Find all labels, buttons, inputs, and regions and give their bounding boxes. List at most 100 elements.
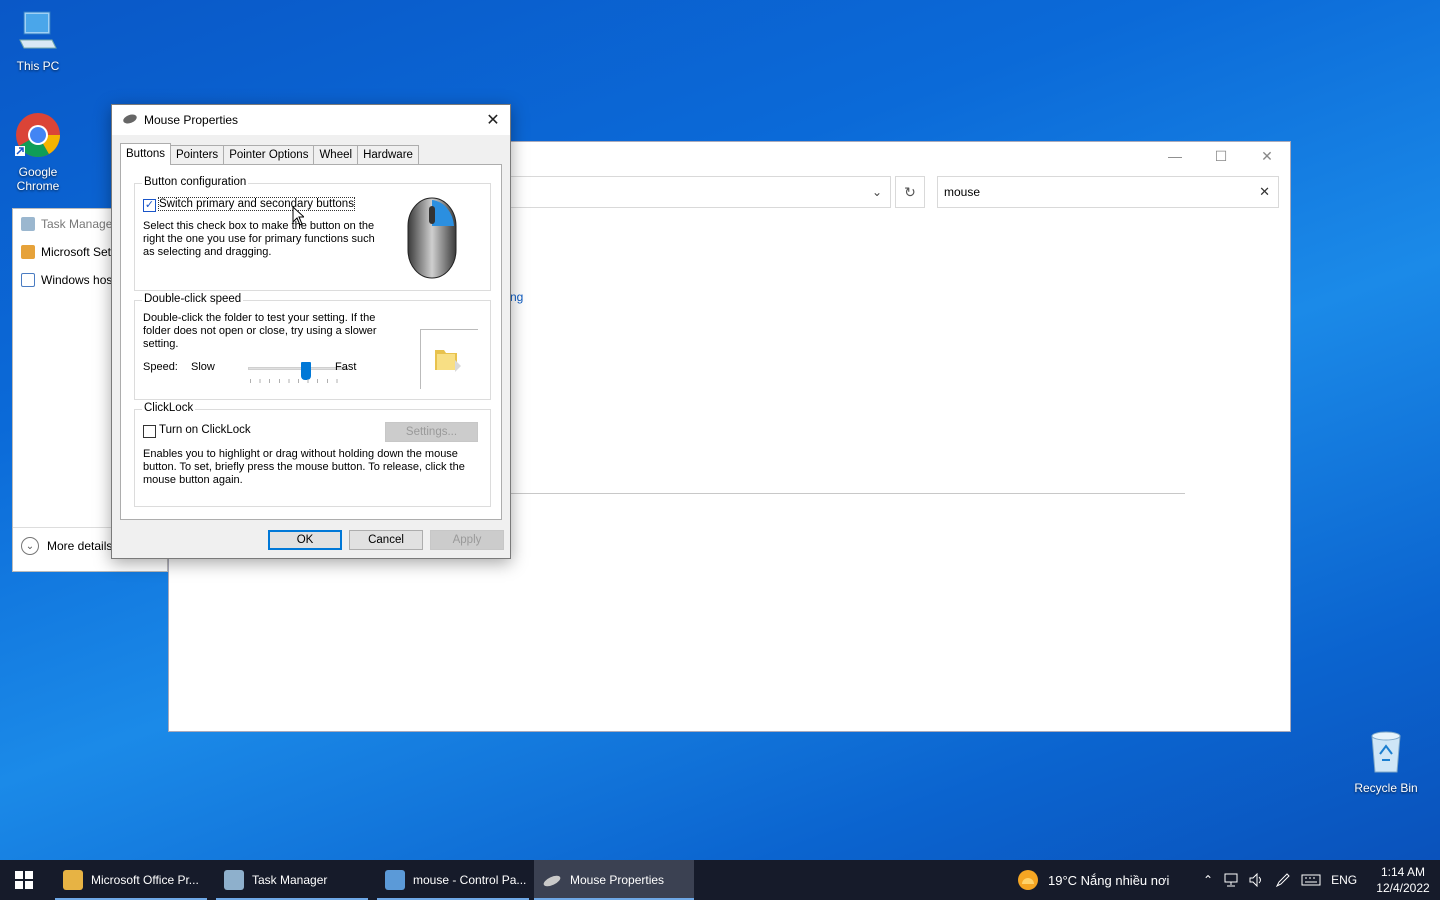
speed-slider-track[interactable] bbox=[248, 367, 348, 370]
folder-icon bbox=[435, 350, 461, 372]
list-item[interactable]: Windows hos bbox=[21, 273, 112, 287]
taskbar-app-label: Mouse Properties bbox=[570, 873, 665, 887]
taskbar-app-office[interactable]: Microsoft Office Pr... bbox=[55, 860, 207, 900]
speed-slider-thumb[interactable] bbox=[301, 362, 311, 380]
weather-widget[interactable]: 19°C Nắng nhiều nơi bbox=[1016, 860, 1169, 900]
clicklock-label[interactable]: Turn on ClickLock bbox=[159, 424, 251, 436]
recycle-bin-label: Recycle Bin bbox=[1354, 781, 1418, 795]
volume-icon[interactable] bbox=[1249, 873, 1265, 887]
taskbar: Microsoft Office Pr... Task Manager mous… bbox=[0, 860, 1440, 900]
double-click-speed-group: Double-click speed Double-click the fold… bbox=[134, 293, 491, 400]
refresh-icon[interactable]: ↻ bbox=[895, 176, 925, 208]
list-item[interactable]: Microsoft Set bbox=[21, 245, 111, 259]
switch-buttons-label[interactable]: Switch primary and secondary buttons bbox=[158, 197, 355, 211]
list-item-label: Task Manage bbox=[41, 217, 113, 231]
group-label: ClickLock bbox=[142, 402, 196, 414]
tab-strip: Buttons Pointers Pointer Options Wheel H… bbox=[120, 143, 419, 165]
tab-pointers[interactable]: Pointers bbox=[170, 145, 225, 165]
chevron-up-icon[interactable]: ⌃ bbox=[1203, 873, 1213, 887]
maximize-icon[interactable]: ☐ bbox=[1198, 142, 1244, 170]
office-icon bbox=[63, 870, 83, 890]
system-tray: ⌃ ENG bbox=[1203, 860, 1357, 900]
taskbar-app-control-panel[interactable]: mouse - Control Pa... bbox=[377, 860, 529, 900]
task-manager-icon bbox=[224, 870, 244, 890]
windows-logo-icon bbox=[15, 871, 33, 889]
language-indicator[interactable]: ENG bbox=[1331, 873, 1357, 887]
network-icon[interactable] bbox=[1223, 873, 1239, 887]
this-pc-label: This PC bbox=[16, 59, 60, 73]
search-value: mouse bbox=[944, 185, 981, 199]
test-folder-area[interactable] bbox=[420, 329, 478, 389]
more-details-button[interactable]: ⌄ More details bbox=[21, 537, 112, 555]
fast-label: Fast bbox=[335, 361, 357, 373]
list-item-label: Microsoft Set bbox=[41, 245, 112, 259]
taskbar-app-task-manager[interactable]: Task Manager bbox=[216, 860, 368, 900]
mouse-icon bbox=[542, 870, 562, 890]
clock-date: 12/4/2022 bbox=[1376, 881, 1430, 895]
dialog-titlebar: Mouse Properties bbox=[112, 105, 510, 135]
taskbar-app-label: Microsoft Office Pr... bbox=[91, 873, 199, 887]
switch-buttons-checkbox[interactable]: ✓ bbox=[143, 199, 156, 212]
ok-button[interactable]: OK bbox=[268, 530, 342, 550]
clicklock-checkbox[interactable] bbox=[143, 425, 156, 438]
buttons-tab-page: Button configuration ✓ Switch primary an… bbox=[120, 164, 502, 520]
tab-hardware[interactable]: Hardware bbox=[357, 145, 419, 165]
weather-sun-icon bbox=[1018, 870, 1038, 890]
tab-buttons[interactable]: Buttons bbox=[120, 143, 171, 165]
tab-wheel[interactable]: Wheel bbox=[313, 145, 359, 165]
window-controls: — ☐ ✕ bbox=[1152, 142, 1290, 170]
result-link[interactable]: ng bbox=[510, 290, 523, 304]
control-panel-icon bbox=[385, 870, 405, 890]
dialog-title: Mouse Properties bbox=[144, 113, 239, 127]
desktop-icon-recycle-bin[interactable]: Recycle Bin bbox=[1348, 728, 1424, 795]
clicklock-description: Enables you to highlight or drag without… bbox=[143, 448, 465, 486]
slow-label: Slow bbox=[191, 361, 215, 373]
clicklock-group: ClickLock Turn on ClickLock Settings... … bbox=[134, 402, 491, 507]
clock[interactable]: 1:14 AM 12/4/2022 bbox=[1372, 864, 1434, 896]
group-label: Double-click speed bbox=[142, 293, 244, 305]
chevron-down-icon[interactable]: ⌄ bbox=[872, 185, 882, 199]
cancel-button[interactable]: Cancel bbox=[349, 530, 423, 550]
mouse-properties-dialog: Mouse Properties ✕ Buttons Pointers Poin… bbox=[111, 104, 511, 559]
this-pc-icon bbox=[0, 10, 76, 55]
tab-pointer-options[interactable]: Pointer Options bbox=[223, 145, 315, 165]
pen-icon[interactable] bbox=[1275, 872, 1291, 888]
start-button[interactable] bbox=[0, 860, 48, 900]
weather-text: 19°C Nắng nhiều nơi bbox=[1048, 872, 1170, 888]
keyboard-icon[interactable] bbox=[1301, 873, 1321, 887]
clicklock-settings-button[interactable]: Settings... bbox=[385, 422, 478, 442]
office-icon bbox=[21, 245, 35, 259]
slider-ticks bbox=[250, 379, 346, 383]
group-label: Button configuration bbox=[142, 176, 249, 188]
minimize-icon[interactable]: — bbox=[1152, 142, 1198, 170]
chevron-down-icon: ⌄ bbox=[21, 537, 39, 555]
mouse-icon bbox=[122, 113, 138, 128]
double-click-description: Double-click the folder to test your set… bbox=[143, 312, 377, 350]
taskbar-app-mouse-properties[interactable]: Mouse Properties bbox=[534, 860, 694, 900]
address-bar[interactable]: ⌄ bbox=[469, 176, 891, 208]
cursor-icon bbox=[292, 205, 306, 229]
chrome-icon bbox=[0, 112, 76, 161]
list-item[interactable]: Task Manage bbox=[21, 217, 112, 231]
close-icon[interactable]: ✕ bbox=[1244, 142, 1290, 170]
windows-host-icon bbox=[21, 273, 35, 287]
desktop-icon-this-pc[interactable]: This PC bbox=[0, 10, 76, 73]
button-config-description: Select this check box to make the button… bbox=[143, 220, 375, 258]
recycle-bin-icon bbox=[1348, 728, 1424, 777]
clear-search-icon[interactable]: ✕ bbox=[1259, 184, 1270, 200]
taskbar-app-label: mouse - Control Pa... bbox=[413, 873, 527, 887]
chrome-label: Google Chrome bbox=[16, 165, 60, 193]
taskbar-app-label: Task Manager bbox=[252, 873, 328, 887]
desktop-icon-google-chrome[interactable]: Google Chrome bbox=[0, 112, 76, 193]
task-manager-icon bbox=[21, 217, 35, 231]
button-configuration-group: Button configuration ✓ Switch primary an… bbox=[134, 176, 491, 291]
clock-time: 1:14 AM bbox=[1380, 865, 1426, 879]
divider bbox=[510, 493, 1185, 494]
mouse-illustration-icon bbox=[405, 196, 459, 283]
more-details-label: More details bbox=[47, 539, 113, 553]
close-icon[interactable]: ✕ bbox=[476, 105, 510, 135]
list-item-label: Windows hos bbox=[41, 273, 113, 287]
speed-label: Speed: bbox=[143, 361, 178, 373]
apply-button[interactable]: Apply bbox=[430, 530, 504, 550]
search-input[interactable]: mouse ✕ bbox=[937, 176, 1279, 208]
